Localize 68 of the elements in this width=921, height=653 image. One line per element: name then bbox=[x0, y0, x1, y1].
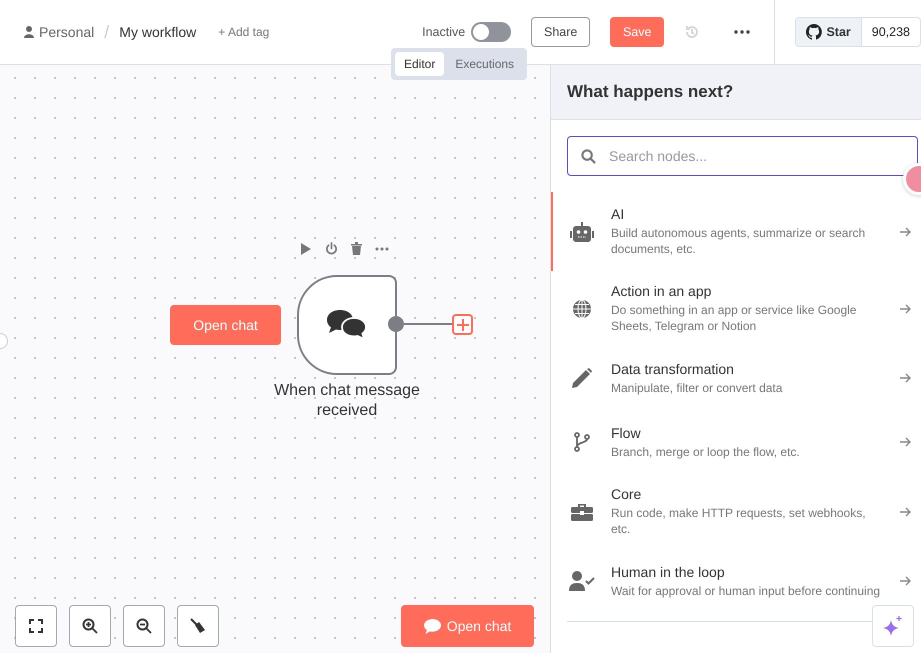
category-item[interactable]: Flow Branch, merge or loop the flow, etc. bbox=[551, 410, 921, 474]
tidy-up-button[interactable] bbox=[177, 605, 219, 647]
globe-icon bbox=[572, 298, 592, 318]
fullscreen-icon bbox=[29, 619, 43, 633]
pencil-icon bbox=[572, 368, 592, 388]
category-title: Flow bbox=[611, 424, 642, 440]
category-title: AI bbox=[611, 206, 626, 222]
category-description: Wait for approval or human input before continuing bbox=[611, 582, 881, 598]
arrow-right-icon bbox=[900, 576, 911, 586]
branch-icon bbox=[574, 432, 590, 452]
search-field[interactable]: Search nodes... bbox=[567, 136, 918, 176]
category-title: Data transformation bbox=[611, 360, 735, 376]
robot-icon bbox=[570, 222, 594, 242]
active-status-label: Inactive bbox=[422, 25, 466, 39]
category-item[interactable]: Data transformation Manipulate, filter or convert data bbox=[551, 346, 921, 410]
category-description: Branch, merge or loop the flow, etc. bbox=[611, 444, 801, 460]
sparkle-icon bbox=[883, 616, 903, 636]
category-item[interactable]: Core Run code, make HTTP requests, set webhooks, etc. bbox=[551, 474, 921, 549]
star-count[interactable]: 90,238 bbox=[862, 18, 920, 46]
chat-icon bbox=[424, 618, 441, 634]
zoom-in-icon bbox=[82, 618, 98, 634]
view-tab[interactable]: Editor bbox=[395, 52, 444, 76]
arrow-right-icon bbox=[900, 506, 911, 516]
category-description: Run code, make HTTP requests, set webhooks, etc. bbox=[611, 505, 867, 537]
category-item[interactable]: AI Build autonomous agents, summarize or search documents, etc. bbox=[551, 192, 921, 271]
panel-title: What happens next? bbox=[551, 65, 921, 120]
connector-line bbox=[404, 323, 452, 325]
fit-view-button[interactable] bbox=[15, 605, 57, 647]
play-icon[interactable] bbox=[300, 242, 312, 254]
ai-assistant-button[interactable] bbox=[872, 605, 914, 647]
user-check-icon bbox=[569, 571, 595, 591]
toolbox-icon bbox=[571, 502, 593, 520]
category-title: Core bbox=[611, 486, 642, 502]
plus-icon bbox=[456, 318, 468, 330]
add-node-button[interactable] bbox=[452, 314, 473, 335]
share-button[interactable]: Share bbox=[531, 17, 590, 47]
category-description: Build autonomous agents, summarize or search documents, etc. bbox=[611, 225, 866, 257]
workflow-name[interactable]: My workflow bbox=[119, 24, 196, 40]
node-label: When chat message received bbox=[273, 381, 421, 421]
more-icon[interactable] bbox=[734, 30, 750, 34]
view-tab[interactable]: Executions bbox=[446, 52, 524, 76]
arrow-right-icon bbox=[900, 304, 911, 314]
arrow-right-icon bbox=[900, 373, 911, 383]
broom-icon bbox=[190, 618, 206, 634]
trash-icon[interactable] bbox=[351, 242, 362, 255]
zoom-in-button[interactable] bbox=[69, 605, 111, 647]
category-item[interactable]: Action in an app Do something in an app or service like Google Sheets, Telegram or Notion bbox=[551, 271, 921, 346]
category-title: Human in the loop bbox=[611, 564, 726, 580]
power-icon[interactable] bbox=[325, 242, 338, 255]
category-description: Manipulate, filter or convert data bbox=[611, 380, 784, 396]
search-icon bbox=[581, 149, 596, 164]
github-star-button[interactable]: Star bbox=[796, 18, 862, 46]
zoom-out-icon bbox=[136, 618, 152, 634]
category-title: Action in an app bbox=[611, 283, 712, 299]
project-link[interactable]: Personal bbox=[24, 24, 94, 40]
category-description: Do something in an app or service like Google Sheets, Telegram or Notion bbox=[611, 302, 858, 334]
category-item[interactable]: Human in the loop Wait for approval or human input before continuing bbox=[551, 549, 921, 613]
breadcrumb-separator: / bbox=[104, 22, 110, 42]
zoom-out-button[interactable] bbox=[123, 605, 165, 647]
chat-trigger-node[interactable] bbox=[297, 275, 397, 375]
arrow-right-icon bbox=[900, 226, 911, 236]
user-icon bbox=[24, 26, 34, 38]
active-toggle[interactable] bbox=[471, 22, 512, 42]
add-tag-link[interactable]: + Add tag bbox=[218, 25, 270, 39]
output-port[interactable] bbox=[388, 316, 404, 332]
arrow-right-icon bbox=[900, 437, 911, 447]
more-icon[interactable] bbox=[375, 246, 389, 250]
github-icon bbox=[806, 24, 822, 40]
